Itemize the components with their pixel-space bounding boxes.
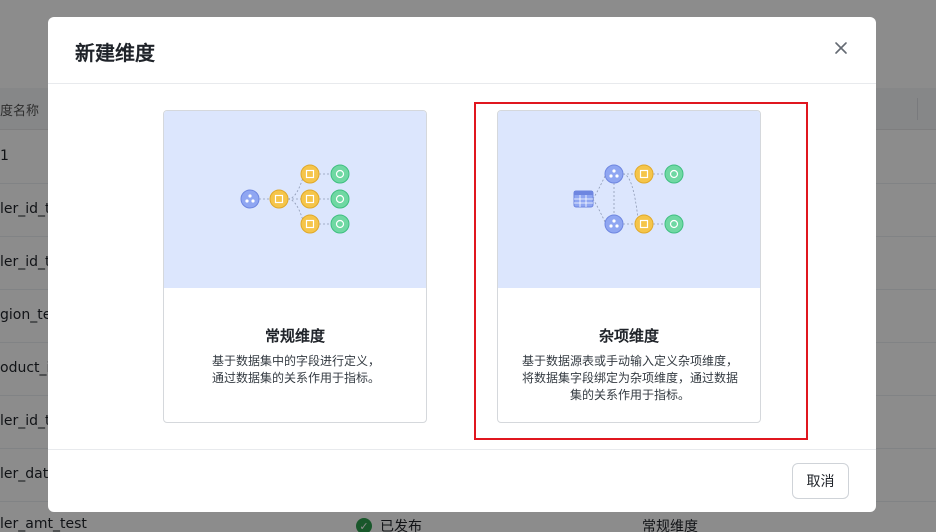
regular-dimension-illustration <box>164 111 426 288</box>
card-description: 基于数据集中的字段进行定义， 通过数据集的关系作用于指标。 <box>176 353 416 387</box>
footer-divider <box>48 449 876 450</box>
metric-node-icon <box>330 214 350 234</box>
selection-highlight <box>474 102 808 440</box>
dataset-node-icon <box>240 189 260 209</box>
modal-title: 新建维度 <box>75 41 155 65</box>
cancel-button[interactable]: 取消 <box>792 463 849 499</box>
field-node-icon <box>269 189 289 209</box>
card-description-line: 通过数据集的关系作用于指标。 <box>211 371 380 385</box>
field-node-icon <box>300 164 320 184</box>
metric-node-icon <box>330 189 350 209</box>
metric-node-icon <box>330 164 350 184</box>
card-title: 常规维度 <box>264 327 325 345</box>
field-node-icon <box>300 214 320 234</box>
close-icon[interactable] <box>830 37 852 59</box>
regular-dimension-card[interactable]: 常规维度 基于数据集中的字段进行定义， 通过数据集的关系作用于指标。 <box>163 110 427 423</box>
card-description-line: 基于数据集中的字段进行定义， <box>211 354 380 368</box>
field-node-icon <box>300 189 320 209</box>
new-dimension-modal: 新建维度 常规维度 基于数据集中的字段进行定义， 通过数据集的关系作用于指标。 … <box>48 17 876 512</box>
header-divider <box>48 83 876 84</box>
